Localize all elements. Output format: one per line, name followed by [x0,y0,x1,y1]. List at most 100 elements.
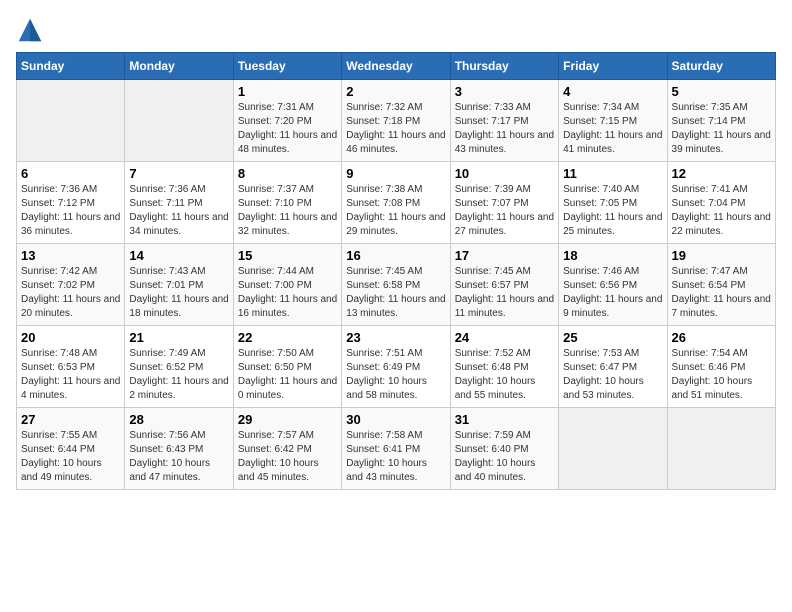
day-number: 8 [238,166,337,181]
calendar-cell: 1Sunrise: 7:31 AM Sunset: 7:20 PM Daylig… [233,80,341,162]
calendar-cell: 5Sunrise: 7:35 AM Sunset: 7:14 PM Daylig… [667,80,775,162]
day-info: Sunrise: 7:40 AM Sunset: 7:05 PM Dayligh… [563,183,662,239]
day-header-wednesday: Wednesday [342,53,450,80]
calendar-cell: 23 Sunrise: 7:51 AM Sunset: 6:49 PM Dayli… [342,326,450,408]
calendar-cell [125,80,233,162]
calendar-cell: 28 Sunrise: 7:56 AM Sunset: 6:43 PM Dayli… [125,408,233,490]
day-info: Sunrise: 7:51 AM Sunset: 6:49 PM Dayligh… [346,347,445,403]
day-number: 26 [672,330,771,345]
day-info: Sunrise: 7:31 AM Sunset: 7:20 PM Dayligh… [238,101,337,157]
day-number: 9 [346,166,445,181]
day-info: Sunrise: 7:46 AM Sunset: 6:56 PM Dayligh… [563,265,662,321]
day-header-thursday: Thursday [450,53,558,80]
calendar-week-3: 13 Sunrise: 7:42 AM Sunset: 7:02 PM Dayli… [17,244,776,326]
calendar-cell: 25 Sunrise: 7:53 AM Sunset: 6:47 PM Dayli… [559,326,667,408]
day-number: 22 [238,330,337,345]
calendar-cell: 9 Sunrise: 7:38 AM Sunset: 7:08 PM Daylig… [342,162,450,244]
calendar-week-4: 20 Sunrise: 7:48 AM Sunset: 6:53 PM Dayli… [17,326,776,408]
day-info: Sunrise: 7:48 AM Sunset: 6:53 PM Dayligh… [21,347,120,403]
calendar-cell [17,80,125,162]
calendar-cell: 29 Sunrise: 7:57 AM Sunset: 6:42 PM Dayli… [233,408,341,490]
calendar-week-2: 6Sunrise: 7:36 AM Sunset: 7:12 PM Daylig… [17,162,776,244]
calendar-cell: 2 Sunrise: 7:32 AM Sunset: 7:18 PM Daylig… [342,80,450,162]
day-number: 3 [455,84,554,99]
calendar-cell: 14Sunrise: 7:43 AM Sunset: 7:01 PM Dayli… [125,244,233,326]
day-info: Sunrise: 7:45 AM Sunset: 6:57 PM Dayligh… [455,265,554,321]
calendar-cell: 15 Sunrise: 7:44 AM Sunset: 7:00 PM Dayli… [233,244,341,326]
day-info: Sunrise: 7:39 AM Sunset: 7:07 PM Dayligh… [455,183,554,239]
day-info: Sunrise: 7:56 AM Sunset: 6:43 PM Dayligh… [129,429,228,485]
logo [16,16,48,44]
day-number: 27 [21,412,120,427]
day-number: 25 [563,330,662,345]
day-number: 28 [129,412,228,427]
day-header-tuesday: Tuesday [233,53,341,80]
calendar-cell: 24 Sunrise: 7:52 AM Sunset: 6:48 PM Dayli… [450,326,558,408]
day-number: 24 [455,330,554,345]
day-info: Sunrise: 7:54 AM Sunset: 6:46 PM Dayligh… [672,347,771,403]
day-number: 29 [238,412,337,427]
calendar-cell: 31Sunrise: 7:59 AM Sunset: 6:40 PM Dayli… [450,408,558,490]
day-number: 23 [346,330,445,345]
day-number: 16 [346,248,445,263]
day-number: 6 [21,166,120,181]
calendar-cell [667,408,775,490]
calendar-cell: 12Sunrise: 7:41 AM Sunset: 7:04 PM Dayli… [667,162,775,244]
calendar-cell: 21 Sunrise: 7:49 AM Sunset: 6:52 PM Dayli… [125,326,233,408]
day-info: Sunrise: 7:57 AM Sunset: 6:42 PM Dayligh… [238,429,337,485]
calendar-cell: 7 Sunrise: 7:36 AM Sunset: 7:11 PM Daylig… [125,162,233,244]
calendar-cell: 22 Sunrise: 7:50 AM Sunset: 6:50 PM Dayli… [233,326,341,408]
calendar-cell: 16Sunrise: 7:45 AM Sunset: 6:58 PM Dayli… [342,244,450,326]
day-info: Sunrise: 7:44 AM Sunset: 7:00 PM Dayligh… [238,265,337,321]
calendar-cell: 8 Sunrise: 7:37 AM Sunset: 7:10 PM Daylig… [233,162,341,244]
calendar-week-5: 27 Sunrise: 7:55 AM Sunset: 6:44 PM Dayli… [17,408,776,490]
calendar-cell: 30 Sunrise: 7:58 AM Sunset: 6:41 PM Dayli… [342,408,450,490]
calendar-cell: 27 Sunrise: 7:55 AM Sunset: 6:44 PM Dayli… [17,408,125,490]
day-info: Sunrise: 7:50 AM Sunset: 6:50 PM Dayligh… [238,347,337,403]
day-number: 21 [129,330,228,345]
day-header-sunday: Sunday [17,53,125,80]
day-info: Sunrise: 7:49 AM Sunset: 6:52 PM Dayligh… [129,347,228,403]
day-header-friday: Friday [559,53,667,80]
calendar-cell: 3 Sunrise: 7:33 AM Sunset: 7:17 PM Daylig… [450,80,558,162]
calendar-cell: 18 Sunrise: 7:46 AM Sunset: 6:56 PM Dayli… [559,244,667,326]
day-number: 10 [455,166,554,181]
day-number: 19 [672,248,771,263]
day-number: 12 [672,166,771,181]
day-info: Sunrise: 7:59 AM Sunset: 6:40 PM Dayligh… [455,429,554,485]
calendar-cell: 10 Sunrise: 7:39 AM Sunset: 7:07 PM Dayli… [450,162,558,244]
day-info: Sunrise: 7:52 AM Sunset: 6:48 PM Dayligh… [455,347,554,403]
day-number: 11 [563,166,662,181]
day-number: 13 [21,248,120,263]
day-number: 4 [563,84,662,99]
day-number: 30 [346,412,445,427]
day-number: 18 [563,248,662,263]
day-header-saturday: Saturday [667,53,775,80]
calendar-cell [559,408,667,490]
day-number: 20 [21,330,120,345]
day-info: Sunrise: 7:33 AM Sunset: 7:17 PM Dayligh… [455,101,554,157]
day-info: Sunrise: 7:37 AM Sunset: 7:10 PM Dayligh… [238,183,337,239]
day-number: 15 [238,248,337,263]
calendar-cell: 17Sunrise: 7:45 AM Sunset: 6:57 PM Dayli… [450,244,558,326]
day-number: 7 [129,166,228,181]
calendar-table: SundayMondayTuesdayWednesdayThursdayFrid… [16,52,776,490]
calendar-cell: 11 Sunrise: 7:40 AM Sunset: 7:05 PM Dayli… [559,162,667,244]
calendar-cell: 19Sunrise: 7:47 AM Sunset: 6:54 PM Dayli… [667,244,775,326]
day-info: Sunrise: 7:32 AM Sunset: 7:18 PM Dayligh… [346,101,445,157]
day-header-monday: Monday [125,53,233,80]
calendar-cell: 26 Sunrise: 7:54 AM Sunset: 6:46 PM Dayli… [667,326,775,408]
day-info: Sunrise: 7:36 AM Sunset: 7:11 PM Dayligh… [129,183,228,239]
calendar-cell: 13 Sunrise: 7:42 AM Sunset: 7:02 PM Dayli… [17,244,125,326]
day-info: Sunrise: 7:55 AM Sunset: 6:44 PM Dayligh… [21,429,120,485]
calendar-cell: 6Sunrise: 7:36 AM Sunset: 7:12 PM Daylig… [17,162,125,244]
day-info: Sunrise: 7:38 AM Sunset: 7:08 PM Dayligh… [346,183,445,239]
calendar-week-1: 1Sunrise: 7:31 AM Sunset: 7:20 PM Daylig… [17,80,776,162]
day-info: Sunrise: 7:42 AM Sunset: 7:02 PM Dayligh… [21,265,120,321]
page-header [16,16,776,44]
day-info: Sunrise: 7:58 AM Sunset: 6:41 PM Dayligh… [346,429,445,485]
day-info: Sunrise: 7:43 AM Sunset: 7:01 PM Dayligh… [129,265,228,321]
day-number: 5 [672,84,771,99]
day-number: 2 [346,84,445,99]
day-info: Sunrise: 7:53 AM Sunset: 6:47 PM Dayligh… [563,347,662,403]
